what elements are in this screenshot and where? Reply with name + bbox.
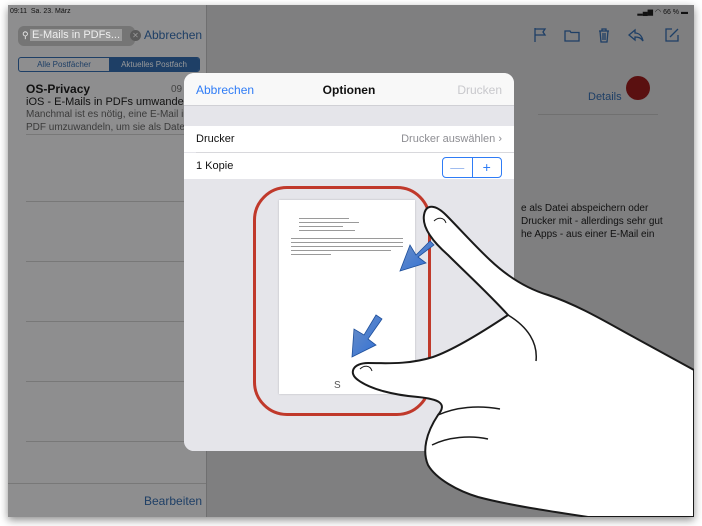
status-indicators: ▂▄▆ ◠ 66 % ▬ [637, 9, 688, 16]
pinch-arrow-up-icon [399, 240, 435, 272]
pinch-arrow-down-icon [351, 314, 383, 358]
pinch-gesture-illustration [351, 205, 694, 517]
ipad-screen: 09:11 Sa. 23. März ▂▄▆ ◠ 66 % ▬ ⚲ E-Mail… [8, 5, 694, 517]
status-time: 09:11 Sa. 23. März [10, 8, 71, 15]
hand-icon [351, 205, 694, 517]
status-bar: 09:11 Sa. 23. März ▂▄▆ ◠ 66 % ▬ [8, 5, 694, 19]
